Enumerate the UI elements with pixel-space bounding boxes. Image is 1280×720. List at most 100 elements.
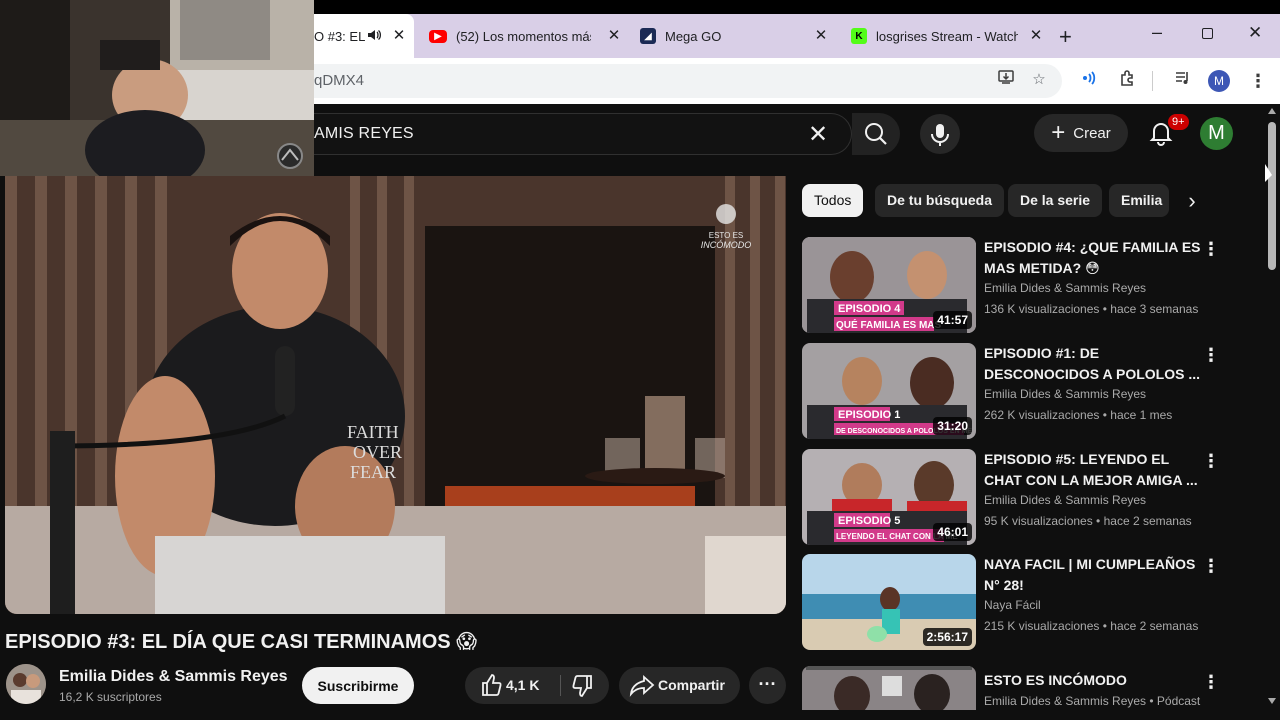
speaker-icon[interactable] [366,27,382,46]
chip-todos[interactable]: Todos [802,184,864,217]
more-options-icon[interactable]: ⋮ [1202,451,1220,471]
recommendation-item[interactable]: EPISODIO 5 LEYENDO EL CHAT CON LA ME 46:… [802,449,1222,545]
video-thumbnail[interactable]: 2:56:17 [802,554,976,650]
recommendation-channel[interactable]: Naya Fácil [984,598,1041,612]
search-button[interactable] [852,113,900,155]
overlay-logo-line1: ESTO ES [709,231,744,240]
chip-de-tu-busqueda[interactable]: De tu búsqueda [875,184,1005,217]
extensions-puzzle-icon[interactable] [1116,69,1140,93]
close-tab-icon[interactable]: ✕ [605,27,623,45]
thumb-sublabel: QUÉ FAMILIA ES MAS [836,318,942,331]
browser-menu-icon[interactable]: ⋮ [1246,69,1270,93]
create-button[interactable]: + Crear [1034,114,1128,152]
playlist-thumbnail[interactable] [802,666,976,710]
toolbar-divider [1152,71,1153,91]
youtube-icon: ▶ [429,29,447,43]
scroll-up-arrow-icon[interactable] [1268,108,1276,114]
more-options-icon[interactable]: ⋮ [1202,239,1220,259]
video-duration: 41:57 [933,311,972,329]
like-button[interactable]: 4,1 K [465,667,560,704]
clear-search-icon[interactable]: ✕ [808,120,828,149]
recommendation-item[interactable]: ESTO ES INCÓMODO Emilia Dides & Sammis R… [802,662,1222,710]
close-tab-icon[interactable]: ✕ [390,27,408,45]
scrollbar-thumb[interactable] [1268,122,1276,270]
close-tab-icon[interactable]: ✕ [1027,27,1045,45]
bookmark-star-icon[interactable]: ☆ [1027,68,1051,92]
tab-mega-go[interactable]: ◢ Mega GO ✕ [640,14,836,58]
search-input[interactable]: AMIS REYES ✕ [314,113,852,155]
more-actions-button[interactable]: ··· [749,667,786,704]
close-tab-icon[interactable]: ✕ [812,27,830,45]
search-icon [865,123,887,145]
tab-youtube[interactable]: ▶ (52) Los momentos más d ✕ [429,14,629,58]
video-title: EPISODIO #3: EL DÍA QUE CASI TERMINAMOS … [5,631,478,653]
recommendation-channel[interactable]: Emilia Dides & Sammis Reyes [984,493,1146,507]
install-app-icon[interactable] [994,68,1018,92]
more-options-icon[interactable]: ⋮ [1202,556,1220,576]
recommendation-channel[interactable]: Emilia Dides & Sammis Reyes • Pódcast [984,694,1200,708]
close-window-icon[interactable]: ✕ [1248,23,1262,43]
recommendation-title[interactable]: NAYA FACIL | MI CUMPLEAÑOS N° 28! [984,554,1204,596]
channel-avatar[interactable] [6,664,46,704]
create-label: Crear [1073,124,1111,142]
new-tab-icon[interactable]: + [1059,24,1072,50]
webcam-image [0,0,314,176]
recommendation-item[interactable]: EPISODIO 4 QUÉ FAMILIA ES MAS 41:57 EPIS… [802,237,1222,333]
thumbs-down-icon [572,675,592,697]
recommendation-meta: 262 K visualizaciones • hace 1 mes [984,408,1173,422]
browser-tab-strip: O #3: EL ✕ ▶ (52) Los momentos más d ✕ ◢… [314,14,1280,58]
chip-de-la-serie[interactable]: De la serie [1008,184,1103,217]
scroll-down-arrow-icon[interactable] [1268,698,1276,704]
thumb-label: EPISODIO 4 [838,303,901,315]
like-count: 4,1 K [506,677,540,693]
shirt-text-fear: FEAR [350,462,396,482]
recommendation-item[interactable]: EPISODIO 1 DE DESCONOCIDOS A POLOLOS EN … [802,343,1222,439]
thumb-label: EPISODIO 5 [838,515,900,527]
voice-search-button[interactable] [920,114,960,154]
recommendation-title[interactable]: EPISODIO #4: ¿QUE FAMILIA ES MAS METIDA?… [984,237,1204,279]
video-duration: 31:20 [933,417,972,435]
notification-badge: 9+ [1168,114,1189,130]
like-dislike-group: 4,1 K [465,667,609,704]
video-thumbnail[interactable]: EPISODIO 5 LEYENDO EL CHAT CON LA ME 46:… [802,449,976,545]
recommendation-title[interactable]: EPISODIO #5: LEYENDO EL CHAT CON LA MEJO… [984,449,1204,491]
video-thumbnail[interactable]: EPISODIO 1 DE DESCONOCIDOS A POLOLOS EN … [802,343,976,439]
video-duration: 46:01 [933,523,972,541]
share-label: Compartir [658,677,725,693]
recommendation-channel[interactable]: Emilia Dides & Sammis Reyes [984,387,1146,401]
mega-icon: ◢ [640,28,656,44]
browser-toolbar: qDMX4 ☆ M ⋮ [314,58,1280,104]
video-player[interactable]: FAITH OVER FEAR ESTO ES INCÓMODO [5,176,786,614]
kick-icon: K [851,28,867,44]
tab-kick[interactable]: K losgrises Stream - Watch ✕ [851,14,1051,58]
profile-avatar[interactable]: M [1208,70,1230,92]
webcam-overlay [0,0,314,176]
extension-wave-icon[interactable] [1077,69,1101,93]
address-bar[interactable]: qDMX4 ☆ [314,64,1062,98]
tab-label: (52) Los momentos más d [456,28,591,44]
more-options-icon[interactable]: ⋮ [1202,345,1220,365]
media-control-icon[interactable] [1171,69,1195,93]
video-duration: 2:56:17 [922,628,972,646]
recommendation-channel[interactable]: Emilia Dides & Sammis Reyes [984,281,1146,295]
thumb-label: EPISODIO 1 [838,409,900,421]
share-button[interactable]: Compartir [619,667,740,704]
recommendation-item[interactable]: 2:56:17 NAYA FACIL | MI CUMPLEAÑOS N° 28… [802,554,1222,650]
restore-icon[interactable] [1202,28,1213,39]
recommendation-title[interactable]: EPISODIO #1: DE DESCONOCIDOS A POLOLOS .… [984,343,1204,385]
chevron-right-icon[interactable]: › [1178,188,1206,216]
video-thumbnail[interactable]: EPISODIO 4 QUÉ FAMILIA ES MAS 41:57 [802,237,976,333]
minimize-icon[interactable]: – [1152,22,1162,43]
account-avatar[interactable]: M [1200,117,1233,150]
dislike-button[interactable] [561,667,609,704]
subscribe-button[interactable]: Suscribirme [302,667,414,704]
more-options-icon[interactable]: ⋮ [1202,672,1220,692]
subscriber-count: 16,2 K suscriptores [59,690,162,704]
channel-name[interactable]: Emilia Dides & Sammis Reyes [59,668,288,686]
video-frame: FAITH OVER FEAR ESTO ES INCÓMODO [5,176,786,614]
recommendation-meta: 136 K visualizaciones • hace 3 semanas [984,302,1199,316]
chip-emilia[interactable]: Emilia [1109,184,1169,217]
shirt-text-over: OVER [353,442,402,462]
tab-active[interactable]: O #3: EL ✕ [314,14,414,58]
recommendation-title[interactable]: ESTO ES INCÓMODO [984,670,1204,691]
